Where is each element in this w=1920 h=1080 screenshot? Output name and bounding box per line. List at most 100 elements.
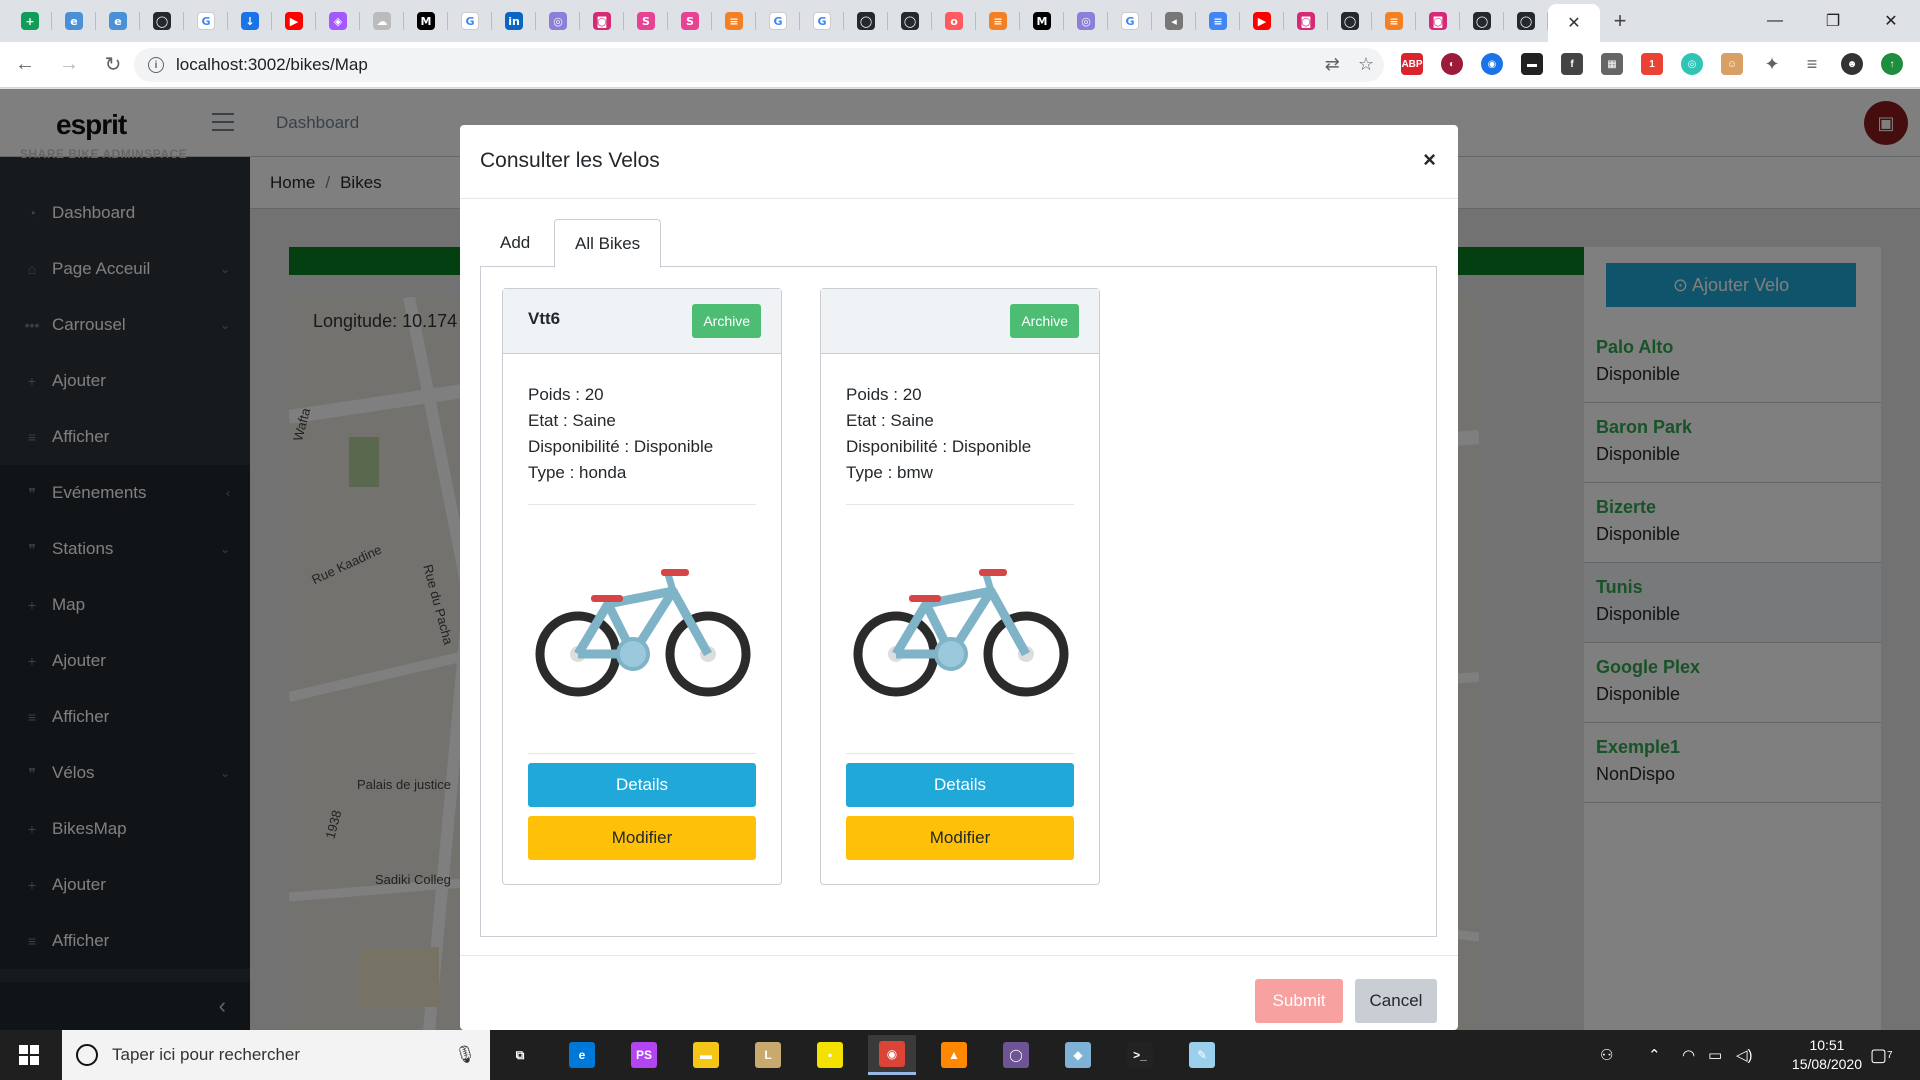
bookmark-star-icon[interactable]: ☆ [1358,54,1374,75]
browser-tab[interactable]: ◎ [536,0,580,42]
taskbar-app[interactable]: ◉ [868,1035,916,1075]
volume-icon[interactable]: ◁) [1736,1030,1753,1080]
extension-icon[interactable]: ◎ [1681,53,1703,75]
browser-tab[interactable]: ◎ [1064,0,1108,42]
taskbar-search-input[interactable]: Taper ici pour rechercher 🎙 [62,1030,490,1080]
details-button[interactable]: Details [528,763,756,807]
browser-tab[interactable]: G [448,0,492,42]
microphone-icon[interactable]: 🎙 [454,1045,476,1065]
browser-tab[interactable]: G [800,0,844,42]
extension-icon[interactable]: ◉ [1481,53,1503,75]
browser-tab[interactable]: e [52,0,96,42]
taskbar-app[interactable]: ▪ [806,1035,854,1075]
browser-tab[interactable]: ◂ [1152,0,1196,42]
puzzle-icon[interactable]: ✦ [1761,53,1783,75]
close-window-icon[interactable]: ✕ [1862,0,1920,42]
github-icon: ◯ [901,12,919,30]
taskbar-app[interactable]: L [744,1035,792,1075]
browser-tab[interactable]: S [668,0,712,42]
minimize-icon[interactable]: — [1746,0,1804,42]
translate-icon[interactable]: ⇄ [1325,54,1340,75]
browser-tab[interactable]: ≡ [976,0,1020,42]
address-bar[interactable]: i localhost:3002/bikes/Map ⇄ ☆ [134,48,1384,82]
modifier-button[interactable]: Modifier [846,816,1074,860]
taskbar-app[interactable]: ✎ [1178,1035,1226,1075]
browser-tab[interactable]: ≡ [1196,0,1240,42]
taskbar-app[interactable]: ▬ [682,1035,730,1075]
tab-all-bikes[interactable]: All Bikes [554,219,662,268]
close-tab-icon[interactable]: ✕ [1567,13,1580,33]
download-icon: ↓ [241,12,259,30]
extension-icon[interactable]: ◐ [1441,53,1463,75]
people-icon[interactable]: ⚇ [1600,1030,1613,1080]
bike-etat: Etat : Saine [846,411,934,430]
browser-tab[interactable]: ◯ [140,0,184,42]
facebook-icon[interactable]: f [1561,53,1583,75]
browser-tab[interactable]: S [624,0,668,42]
active-browser-tab[interactable]: ✕ [1548,4,1600,42]
browser-tab[interactable]: ◙ [1284,0,1328,42]
browser-tab[interactable]: o [932,0,976,42]
profile-avatar[interactable]: ☻ [1841,53,1863,75]
extension-icon[interactable]: ▦ [1601,53,1623,75]
browser-tab[interactable]: ◯ [1460,0,1504,42]
browser-tab[interactable]: ▶ [1240,0,1284,42]
browser-tab[interactable]: G [1108,0,1152,42]
modifier-button[interactable]: Modifier [528,816,756,860]
url-text[interactable]: localhost:3002/bikes/Map [176,55,368,75]
browser-tab[interactable]: ◙ [1416,0,1460,42]
browser-tab[interactable]: in [492,0,536,42]
browser-tab[interactable]: M [1020,0,1064,42]
browser-tab[interactable]: e [96,0,140,42]
browser-tab[interactable]: M [404,0,448,42]
youtube-icon: ▶ [1253,12,1271,30]
browser-tab[interactable]: + [8,0,52,42]
browser-tab[interactable]: ◙ [580,0,624,42]
forward-icon[interactable]: → [50,46,88,84]
taskbar-app[interactable]: ◆ [1054,1035,1102,1075]
taskbar-app[interactable]: ⧉ [496,1035,544,1075]
browser-tab[interactable]: G [184,0,228,42]
tray-chevron-icon[interactable]: ⌃ [1648,1030,1661,1080]
close-icon[interactable]: × [1423,147,1436,173]
browser-tab[interactable]: ◯ [844,0,888,42]
taskbar-app[interactable]: ▲ [930,1035,978,1075]
browser-tab[interactable]: ◯ [1504,0,1548,42]
clock-time: 10:51 [1809,1037,1845,1053]
browser-tab[interactable]: ◈ [316,0,360,42]
taskbar-app[interactable]: PS [620,1035,668,1075]
browser-tab[interactable]: ☁ [360,0,404,42]
info-icon[interactable]: i [148,57,164,73]
notification-icon[interactable]: ▢ 7 [1870,1030,1893,1080]
adblock-icon[interactable]: ABP [1401,53,1423,75]
browser-tab[interactable]: ↓ [228,0,272,42]
cancel-button[interactable]: Cancel [1355,979,1437,1023]
new-tab-icon[interactable]: + [1600,0,1640,42]
taskbar-app[interactable]: >_ [1116,1035,1164,1075]
extension-icon[interactable]: ☺ [1721,53,1743,75]
tab-add[interactable]: Add [480,219,550,267]
browser-tab[interactable]: ◯ [1328,0,1372,42]
taskbar-app[interactable]: e [558,1035,606,1075]
browser-tab[interactable]: ▶ [272,0,316,42]
taskbar-app[interactable]: ◯ [992,1035,1040,1075]
browser-tab[interactable]: ◯ [888,0,932,42]
wifi-icon[interactable]: ◠ [1682,1030,1695,1080]
battery-icon[interactable]: ▭ [1708,1030,1722,1080]
browser-tab[interactable]: ≡ [1372,0,1416,42]
back-icon[interactable]: ← [6,46,44,84]
taskbar-clock[interactable]: 10:51 15/08/2020 [1792,1036,1862,1074]
archive-button[interactable]: Archive [1010,304,1079,338]
browser-tab[interactable]: ≡ [712,0,756,42]
terminal-extension-icon[interactable]: ▬ [1521,53,1543,75]
submit-button[interactable]: Submit [1255,979,1343,1023]
details-button[interactable]: Details [846,763,1074,807]
archive-button[interactable]: Archive [692,304,761,338]
update-icon[interactable]: ↑ [1881,53,1903,75]
extension-icon[interactable]: 1 [1641,53,1663,75]
maximize-icon[interactable]: ❐ [1804,0,1862,42]
media-icon[interactable]: ≡ [1801,53,1823,75]
windows-start-icon[interactable] [0,1030,58,1080]
browser-tab[interactable]: G [756,0,800,42]
reload-icon[interactable]: ↻ [94,46,132,84]
